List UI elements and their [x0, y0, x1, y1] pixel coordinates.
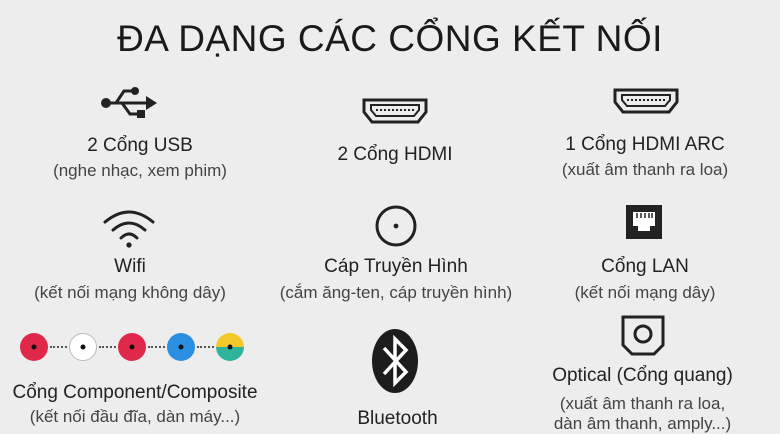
port-component: Cổng Component/Composite (kết nối đầu đĩ… — [0, 370, 270, 430]
port-cable-sub: (cắm ăng-ten, cáp truyền hình) — [279, 283, 513, 302]
wifi-icon — [103, 210, 155, 248]
port-hdmi-arc-label: 1 Cổng HDMI ARC — [565, 134, 725, 155]
port-usb-sub: (nghe nhạc, xem phim) — [53, 161, 227, 180]
rca-blue-connector — [167, 333, 195, 361]
rca-yellow-green-connector — [216, 333, 244, 361]
rca-red-connector-2 — [118, 333, 146, 361]
port-hdmi: 2 Cổng HDMI — [275, 80, 515, 190]
ethernet-icon — [626, 205, 662, 239]
rca-connectors-icon — [20, 330, 244, 364]
port-optical: Optical (Cổng quang) (xuất âm thanh ra l… — [530, 310, 755, 433]
optical-icon — [621, 315, 665, 356]
port-wifi: Wifi (kết nối mạng không dây) — [20, 200, 240, 310]
port-optical-sub-2: dàn âm thanh, amply...) — [553, 414, 732, 433]
usb-icon — [101, 87, 157, 118]
port-optical-sub-1: (xuất âm thanh ra loa, — [559, 394, 726, 413]
port-lan-sub: (kết nối mạng dây) — [574, 283, 716, 302]
port-usb: 2 Cổng USB (nghe nhạc, xem phim) — [20, 80, 260, 190]
page-title: ĐA DẠNG CÁC CỔNG KẾT NỐI — [117, 18, 663, 59]
port-hdmi-arc-sub: (xuất âm thanh ra loa) — [561, 160, 729, 179]
port-hdmi-label: 2 Cổng HDMI — [337, 144, 453, 165]
port-usb-label: 2 Cổng USB — [87, 135, 193, 156]
hdmi-arc-icon — [613, 88, 679, 114]
port-cable: Cáp Truyền Hình (cắm ăng-ten, cáp truyền… — [262, 200, 530, 310]
hdmi-icon — [362, 98, 428, 124]
port-component-label: Cổng Component/Composite — [12, 382, 258, 403]
port-hdmi-arc: 1 Cổng HDMI ARC (xuất âm thanh ra loa) — [525, 80, 765, 190]
port-wifi-sub: (kết nối mạng không dây) — [34, 283, 226, 302]
port-component-sub: (kết nối đầu đĩa, dàn máy...) — [29, 407, 241, 426]
port-wifi-label: Wifi — [114, 256, 146, 277]
coax-icon — [375, 205, 417, 247]
port-bluetooth: Bluetooth — [300, 322, 495, 432]
port-lan: Cổng LAN (kết nối mạng dây) — [545, 200, 745, 310]
rca-red-connector — [20, 333, 48, 361]
port-bluetooth-label: Bluetooth — [357, 408, 438, 429]
bluetooth-icon — [372, 329, 418, 393]
port-lan-label: Cổng LAN — [601, 256, 689, 277]
port-cable-label: Cáp Truyền Hình — [324, 256, 468, 277]
rca-white-connector — [69, 333, 97, 361]
port-optical-label: Optical (Cổng quang) — [552, 365, 733, 386]
